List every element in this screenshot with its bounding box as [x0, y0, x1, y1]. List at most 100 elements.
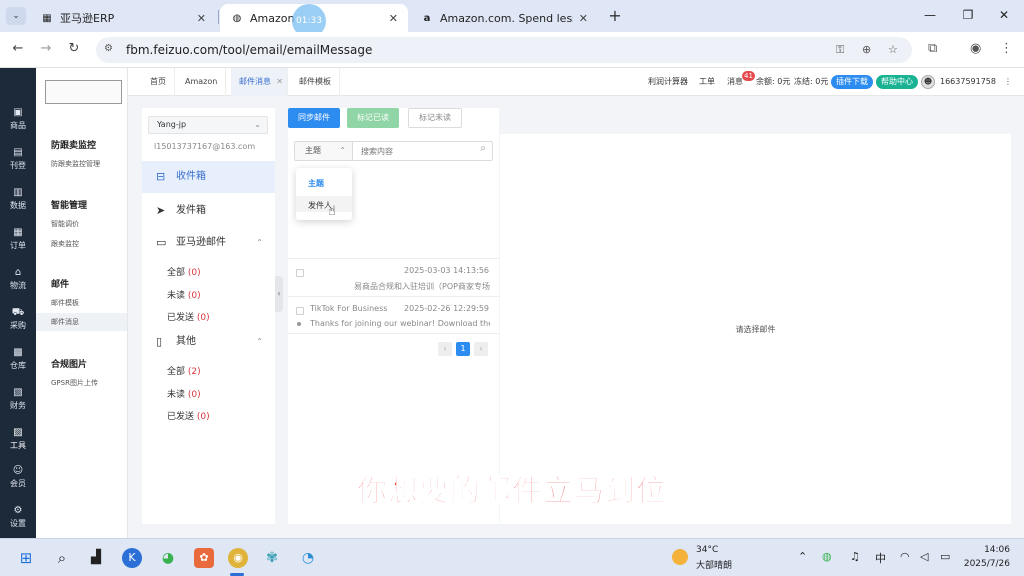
- tab-home[interactable]: 首页: [142, 68, 175, 96]
- other-unread[interactable]: 未读 (0): [167, 387, 201, 400]
- rail-item-publish[interactable]: ▤ 刊登: [0, 146, 36, 184]
- mail-checkbox[interactable]: [296, 269, 304, 277]
- tray-app-icon[interactable]: ◍: [822, 550, 832, 563]
- mail-list-item[interactable]: 2025-03-03 14:13:56 易商品合规和入驻培训（POP商家专场）: [288, 258, 499, 296]
- reload-icon[interactable]: ↻: [66, 41, 82, 57]
- rail-item-orders[interactable]: ▦ 订单: [0, 226, 36, 264]
- close-icon[interactable]: ✕: [197, 12, 206, 25]
- publish-icon: ▤: [13, 147, 23, 158]
- mark-unread-button[interactable]: 标记未读: [408, 108, 462, 128]
- close-icon[interactable]: ✕: [389, 12, 398, 25]
- battery-icon[interactable]: ▭: [940, 550, 950, 563]
- menu-item-mail-template[interactable]: 邮件模板: [51, 298, 79, 308]
- rail-item-products[interactable]: ▣ 商品: [0, 106, 36, 144]
- app-grid-icon[interactable]: ✿: [194, 548, 214, 568]
- folder-amazon-mail[interactable]: ▭ 亚马逊邮件 ⌃: [142, 227, 275, 259]
- weather-temperature[interactable]: 34°C: [696, 545, 718, 555]
- rail-item-data[interactable]: ▥ 数据: [0, 186, 36, 224]
- ime-indicator[interactable]: 中: [875, 550, 886, 566]
- other-all[interactable]: 全部 (2): [167, 364, 201, 377]
- balance-text: 余额: 0元: [756, 77, 791, 86]
- search-icon[interactable]: ⌕: [52, 548, 72, 568]
- tab-amazon[interactable]: Amazon: [177, 68, 227, 96]
- site-settings-icon[interactable]: ⚙: [104, 43, 113, 54]
- url-text[interactable]: fbm.feizuo.com/tool/email/emailMessage: [126, 43, 372, 57]
- folder-other[interactable]: ▯ 其他 ⌃: [142, 326, 275, 358]
- microphone-icon[interactable]: ♫: [850, 550, 860, 563]
- amazon-all[interactable]: 全部 (0): [167, 265, 201, 278]
- rail-item-tools[interactable]: ▨ 工具: [0, 426, 36, 464]
- extensions-icon[interactable]: ⧉: [928, 41, 937, 56]
- weather-description[interactable]: 大部晴朗: [696, 558, 732, 571]
- search-icon[interactable]: ⌕: [480, 143, 486, 154]
- menu-item-mail-message[interactable]: 邮件消息: [36, 313, 127, 331]
- prev-page-button[interactable]: ‹: [438, 342, 452, 356]
- search-type-select[interactable]: 主题 ⌃: [295, 142, 353, 160]
- folder-inbox[interactable]: ⊟ 收件箱: [142, 161, 275, 193]
- speaker-icon[interactable]: ◁: [920, 550, 928, 563]
- more-options-icon[interactable]: ⋮: [1004, 68, 1012, 96]
- browser-tab-erp[interactable]: ▦ 亚马逊ERP ✕: [30, 4, 216, 32]
- search-input[interactable]: [361, 144, 471, 158]
- rail-item-warehouse[interactable]: ▩ 仓库: [0, 346, 36, 384]
- profile-icon[interactable]: ◉: [970, 41, 981, 56]
- close-icon[interactable]: ✕: [276, 68, 283, 96]
- mark-read-button[interactable]: 标记已读: [347, 108, 399, 128]
- sync-mail-button[interactable]: 同步邮件: [288, 108, 340, 128]
- url-omnibox[interactable]: ⚙ fbm.feizuo.com/tool/email/emailMessage…: [96, 37, 912, 63]
- menu-item-smart-pricing[interactable]: 智能调价: [51, 219, 79, 229]
- next-page-button[interactable]: ›: [474, 342, 488, 356]
- new-tab-button[interactable]: +: [606, 6, 624, 26]
- account-select[interactable]: Yang-jp ⌄: [148, 116, 268, 134]
- folder-sent[interactable]: ➤ 发件箱: [142, 195, 275, 227]
- task-view-icon[interactable]: ▟: [86, 548, 106, 568]
- chat-app-icon[interactable]: ◔: [298, 548, 318, 568]
- menu-item-gpsr-upload[interactable]: GPSR图片上传: [51, 378, 98, 388]
- avatar[interactable]: ☻: [921, 75, 935, 89]
- restore-icon[interactable]: ❐: [960, 8, 976, 22]
- profit-calculator-link[interactable]: 利润计算器: [648, 68, 688, 96]
- chrome-icon[interactable]: ◉: [228, 548, 248, 568]
- mail-subject: Thanks for joining our webinar! Download…: [310, 319, 490, 328]
- rail-item-logistics[interactable]: ⌂ 物流: [0, 266, 36, 304]
- minimize-icon[interactable]: —: [922, 8, 938, 22]
- work-order-link[interactable]: 工单: [699, 68, 715, 96]
- bookmark-star-icon[interactable]: ☆: [888, 43, 898, 56]
- amazon-sent[interactable]: 已发送 (0): [167, 310, 210, 323]
- tab-mail-message[interactable]: 邮件消息 ✕: [231, 68, 288, 96]
- messages-link[interactable]: 消息: [727, 68, 743, 96]
- help-center-button[interactable]: 帮助中心: [876, 75, 918, 89]
- app-icon[interactable]: ✾: [262, 548, 282, 568]
- windows-start-icon[interactable]: ⊞: [16, 548, 36, 568]
- tab-search-button[interactable]: ⌄: [6, 7, 26, 25]
- panel-collapse-handle[interactable]: ‹: [275, 276, 283, 312]
- wechat-icon[interactable]: ◕: [158, 548, 178, 568]
- plugin-download-button[interactable]: 插件下载: [831, 75, 873, 89]
- mail-list-item[interactable]: TikTok For Business 2025-02-26 12:29:59 …: [288, 296, 499, 334]
- close-icon[interactable]: ✕: [579, 12, 588, 25]
- mail-checkbox[interactable]: [296, 307, 304, 315]
- page-number[interactable]: 1: [456, 342, 470, 356]
- rail-item-purchase[interactable]: ⛟ 采购: [0, 306, 36, 344]
- wifi-icon[interactable]: ◠: [900, 550, 910, 563]
- weather-sun-icon[interactable]: [672, 549, 688, 565]
- amazon-unread[interactable]: 未读 (0): [167, 288, 201, 301]
- menu-dots-icon[interactable]: ⋮: [1000, 41, 1013, 56]
- k-app-icon[interactable]: K: [122, 548, 142, 568]
- key-icon[interactable]: ⚿: [836, 43, 844, 57]
- menu-item-anti-hijack-manage[interactable]: 防跟卖监控管理: [51, 159, 100, 169]
- close-window-icon[interactable]: ✕: [996, 8, 1012, 22]
- account-phone[interactable]: 16637591758: [940, 68, 996, 96]
- clock-date[interactable]: 2025/7/26: [964, 559, 1010, 569]
- tray-overflow-icon[interactable]: ⌃: [798, 550, 807, 563]
- clock-time[interactable]: 14:06: [984, 545, 1010, 555]
- tab-mail-template[interactable]: 邮件模板: [291, 68, 340, 96]
- rail-item-finance[interactable]: ▧ 财务: [0, 386, 36, 424]
- other-sent[interactable]: 已发送 (0): [167, 409, 210, 422]
- back-arrow-icon[interactable]: ←: [10, 41, 26, 57]
- option-subject[interactable]: 主题: [308, 178, 324, 189]
- browser-tab-amazon-com[interactable]: a Amazon.com. Spend less. Sm ✕: [410, 4, 598, 32]
- forward-arrow-icon[interactable]: →: [38, 41, 54, 57]
- zoom-icon[interactable]: ⊕: [862, 43, 871, 56]
- menu-item-hijack-monitor[interactable]: 跟卖监控: [51, 239, 79, 249]
